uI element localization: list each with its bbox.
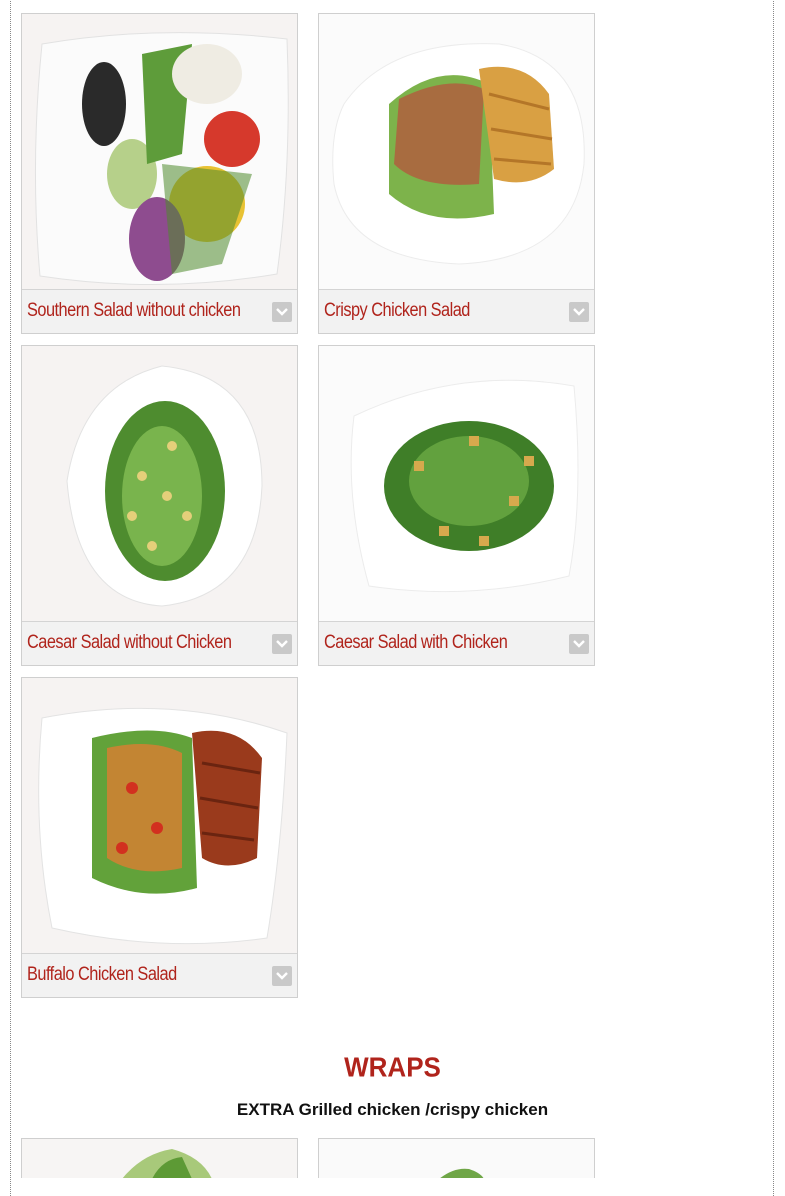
menu-item-photo[interactable] bbox=[22, 1139, 297, 1178]
menu-item-bar[interactable]: Caesar Salad without Chicken bbox=[22, 621, 297, 665]
menu-item-name[interactable]: Caesar Salad with Chicken bbox=[324, 632, 530, 654]
chevron-down-icon[interactable] bbox=[272, 302, 292, 322]
chevron-down-icon[interactable] bbox=[569, 302, 589, 322]
menu-item-name[interactable]: Southern Salad without chicken bbox=[27, 300, 241, 322]
menu-item-photo[interactable] bbox=[319, 14, 594, 289]
menu-item-card[interactable]: Caesar Salad without Chicken bbox=[21, 345, 298, 666]
menu-item-card[interactable] bbox=[21, 1138, 298, 1178]
menu-item-bar[interactable]: Southern Salad without chicken bbox=[22, 289, 297, 333]
chevron-down-icon[interactable] bbox=[569, 634, 589, 654]
menu-item-card[interactable]: Southern Salad without chicken bbox=[21, 13, 298, 334]
chevron-down-icon[interactable] bbox=[272, 634, 292, 654]
menu-item-photo[interactable] bbox=[22, 678, 297, 953]
menu-item-card[interactable]: Buffalo Chicken Salad bbox=[21, 677, 298, 998]
section-title: WRAPS bbox=[344, 1051, 441, 1083]
menu-item-card[interactable]: Caesar Salad with Chicken bbox=[318, 345, 595, 666]
menu-item-bar[interactable]: Buffalo Chicken Salad bbox=[22, 953, 297, 997]
menu-item-photo[interactable] bbox=[22, 346, 297, 621]
menu-item-name[interactable]: Buffalo Chicken Salad bbox=[27, 964, 233, 986]
menu-item-card[interactable] bbox=[318, 1138, 595, 1178]
section-subtitle: EXTRA Grilled chicken /crispy chicken bbox=[236, 1100, 549, 1119]
chevron-down-icon[interactable] bbox=[272, 966, 292, 986]
menu-item-photo[interactable] bbox=[319, 1139, 594, 1178]
menu-item-name[interactable]: Caesar Salad without Chicken bbox=[27, 632, 233, 654]
menu-item-photo[interactable] bbox=[22, 14, 297, 289]
menu-item-photo[interactable] bbox=[319, 346, 594, 621]
menu-item-card[interactable]: Crispy Chicken Salad bbox=[318, 13, 595, 334]
menu-item-bar[interactable]: Crispy Chicken Salad bbox=[319, 289, 594, 333]
menu-item-bar[interactable]: Caesar Salad with Chicken bbox=[319, 621, 594, 665]
menu-item-name[interactable]: Crispy Chicken Salad bbox=[324, 300, 530, 322]
